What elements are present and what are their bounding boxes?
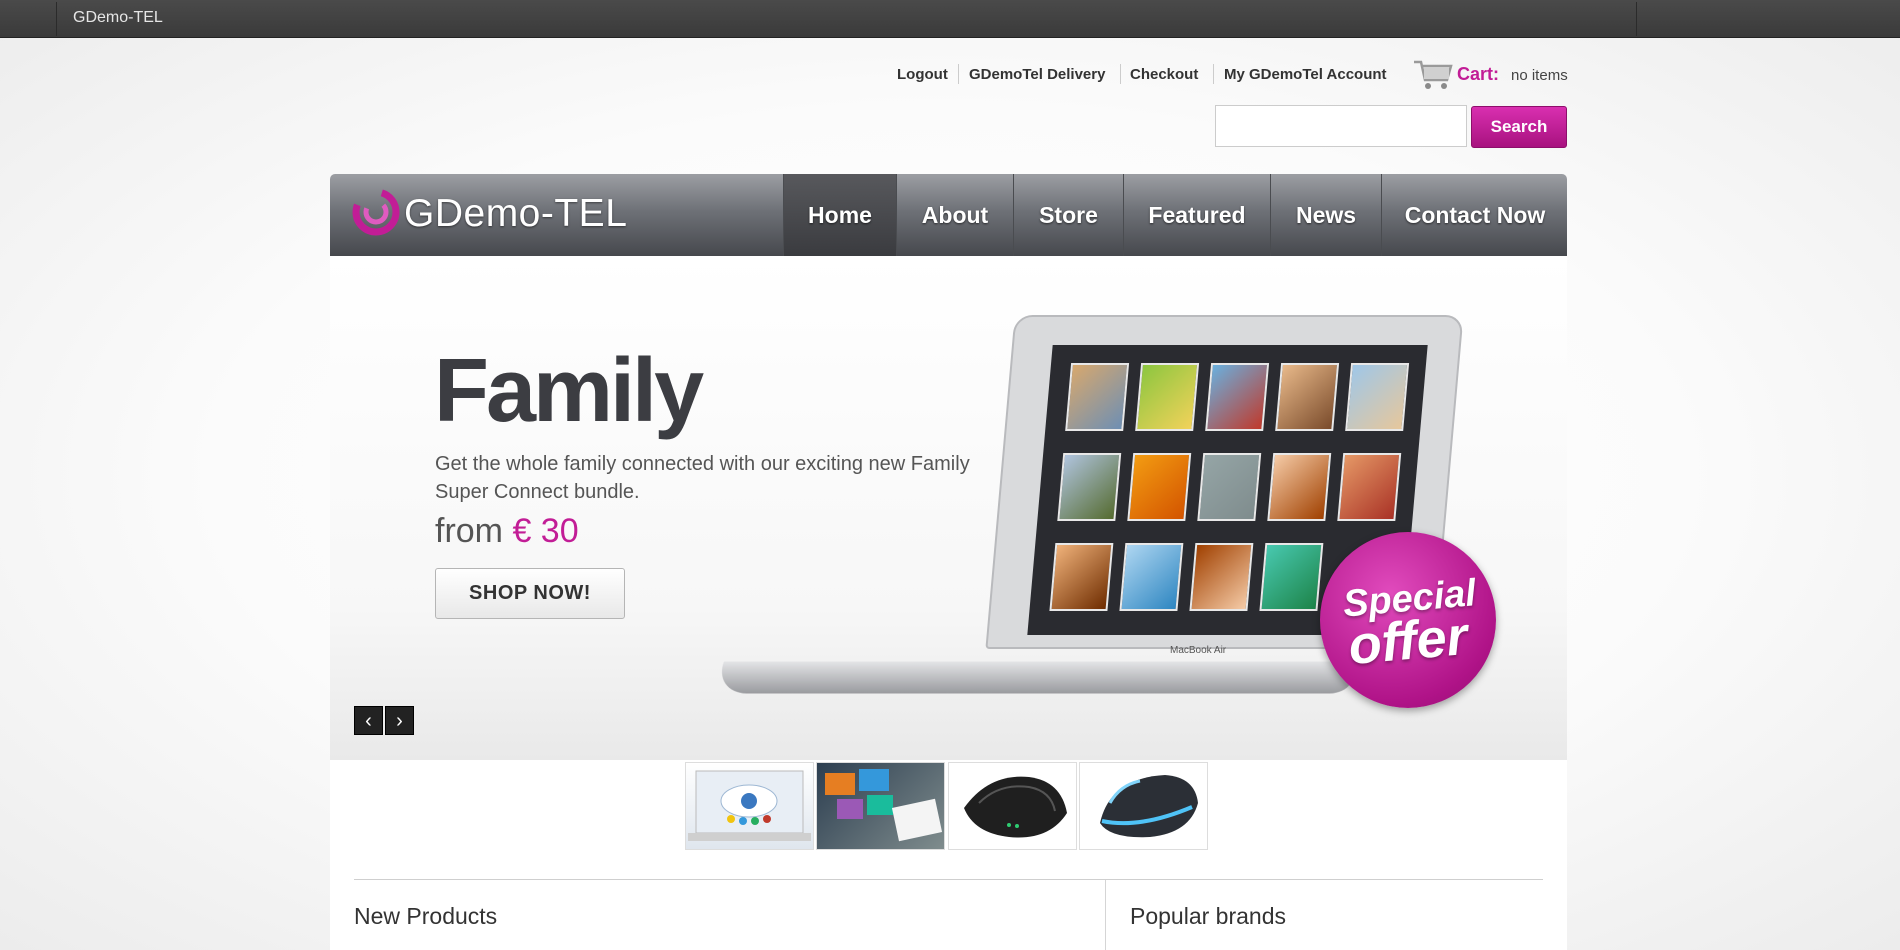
- site-name[interactable]: GDemo-TEL: [73, 9, 163, 27]
- top-bar: [0, 0, 1900, 38]
- badge-text-offer: offer: [1346, 605, 1470, 677]
- hero-price-line: from € 30: [435, 512, 579, 551]
- topbar-divider: [1636, 2, 1637, 36]
- new-products-heading: New Products: [354, 903, 498, 929]
- link-separator: [1120, 64, 1121, 84]
- account-link[interactable]: My GDemoTel Account: [1224, 66, 1387, 83]
- logout-link[interactable]: Logout: [897, 66, 948, 83]
- nav-home[interactable]: Home: [783, 174, 896, 256]
- thumbnail-blue-router[interactable]: [1079, 762, 1208, 850]
- photo-tile: [1337, 453, 1402, 521]
- thumbnail-cloud-laptop[interactable]: [685, 762, 814, 850]
- photo-tile: [1205, 363, 1270, 431]
- logo-text[interactable]: GDemo-TEL: [404, 192, 627, 236]
- content-divider: [354, 879, 1543, 880]
- hero-title: Family: [434, 341, 704, 441]
- cart-label[interactable]: Cart:: [1457, 64, 1499, 85]
- cart-icon[interactable]: [1413, 58, 1453, 92]
- nav-featured[interactable]: Featured: [1123, 174, 1270, 256]
- search-button[interactable]: Search: [1471, 106, 1567, 148]
- search-input[interactable]: [1215, 105, 1467, 147]
- delivery-link[interactable]: GDemoTel Delivery: [969, 66, 1105, 83]
- logo-swirl-icon[interactable]: [352, 187, 400, 237]
- link-separator: [1213, 64, 1214, 84]
- shop-now-button[interactable]: SHOP NOW!: [435, 568, 625, 619]
- nav-store[interactable]: Store: [1013, 174, 1123, 256]
- topbar-divider: [56, 2, 57, 36]
- nav-news[interactable]: News: [1270, 174, 1381, 256]
- price-prefix: from: [435, 512, 503, 550]
- nav-about[interactable]: About: [896, 174, 1013, 256]
- photo-tile: [1189, 543, 1254, 611]
- content-area: [330, 852, 1567, 950]
- slider-prev-button[interactable]: ‹: [354, 706, 383, 735]
- slider-next-button[interactable]: ›: [385, 706, 414, 735]
- chevron-right-icon: ›: [396, 710, 403, 732]
- photo-tile: [1267, 453, 1332, 521]
- photo-tile: [1135, 363, 1200, 431]
- photo-tile: [1119, 543, 1184, 611]
- link-separator: [958, 64, 959, 84]
- thumbnail-black-router[interactable]: [948, 762, 1077, 850]
- photo-tile: [1345, 363, 1410, 431]
- nav-contact[interactable]: Contact Now: [1381, 174, 1568, 256]
- photo-tile: [1065, 363, 1130, 431]
- photo-tile: [1259, 543, 1324, 611]
- thumbnail-media-devices[interactable]: [816, 762, 945, 850]
- popular-brands-heading: Popular brands: [1130, 903, 1286, 929]
- photo-tile: [1057, 453, 1122, 521]
- hero-description: Get the whole family connected with our …: [435, 453, 970, 503]
- photo-tile: [1127, 453, 1192, 521]
- laptop-keyboard-base: [711, 661, 1365, 694]
- photo-tile: [1197, 453, 1262, 521]
- photo-tile: [1275, 363, 1340, 431]
- checkout-link[interactable]: Checkout: [1130, 66, 1198, 83]
- chevron-left-icon: ‹: [365, 710, 372, 732]
- column-divider: [1105, 880, 1106, 950]
- laptop-brand-label: MacBook Air: [1170, 645, 1227, 656]
- hero-price: € 30: [512, 512, 579, 550]
- photo-tile: [1049, 543, 1114, 611]
- cart-status: no items: [1511, 67, 1568, 84]
